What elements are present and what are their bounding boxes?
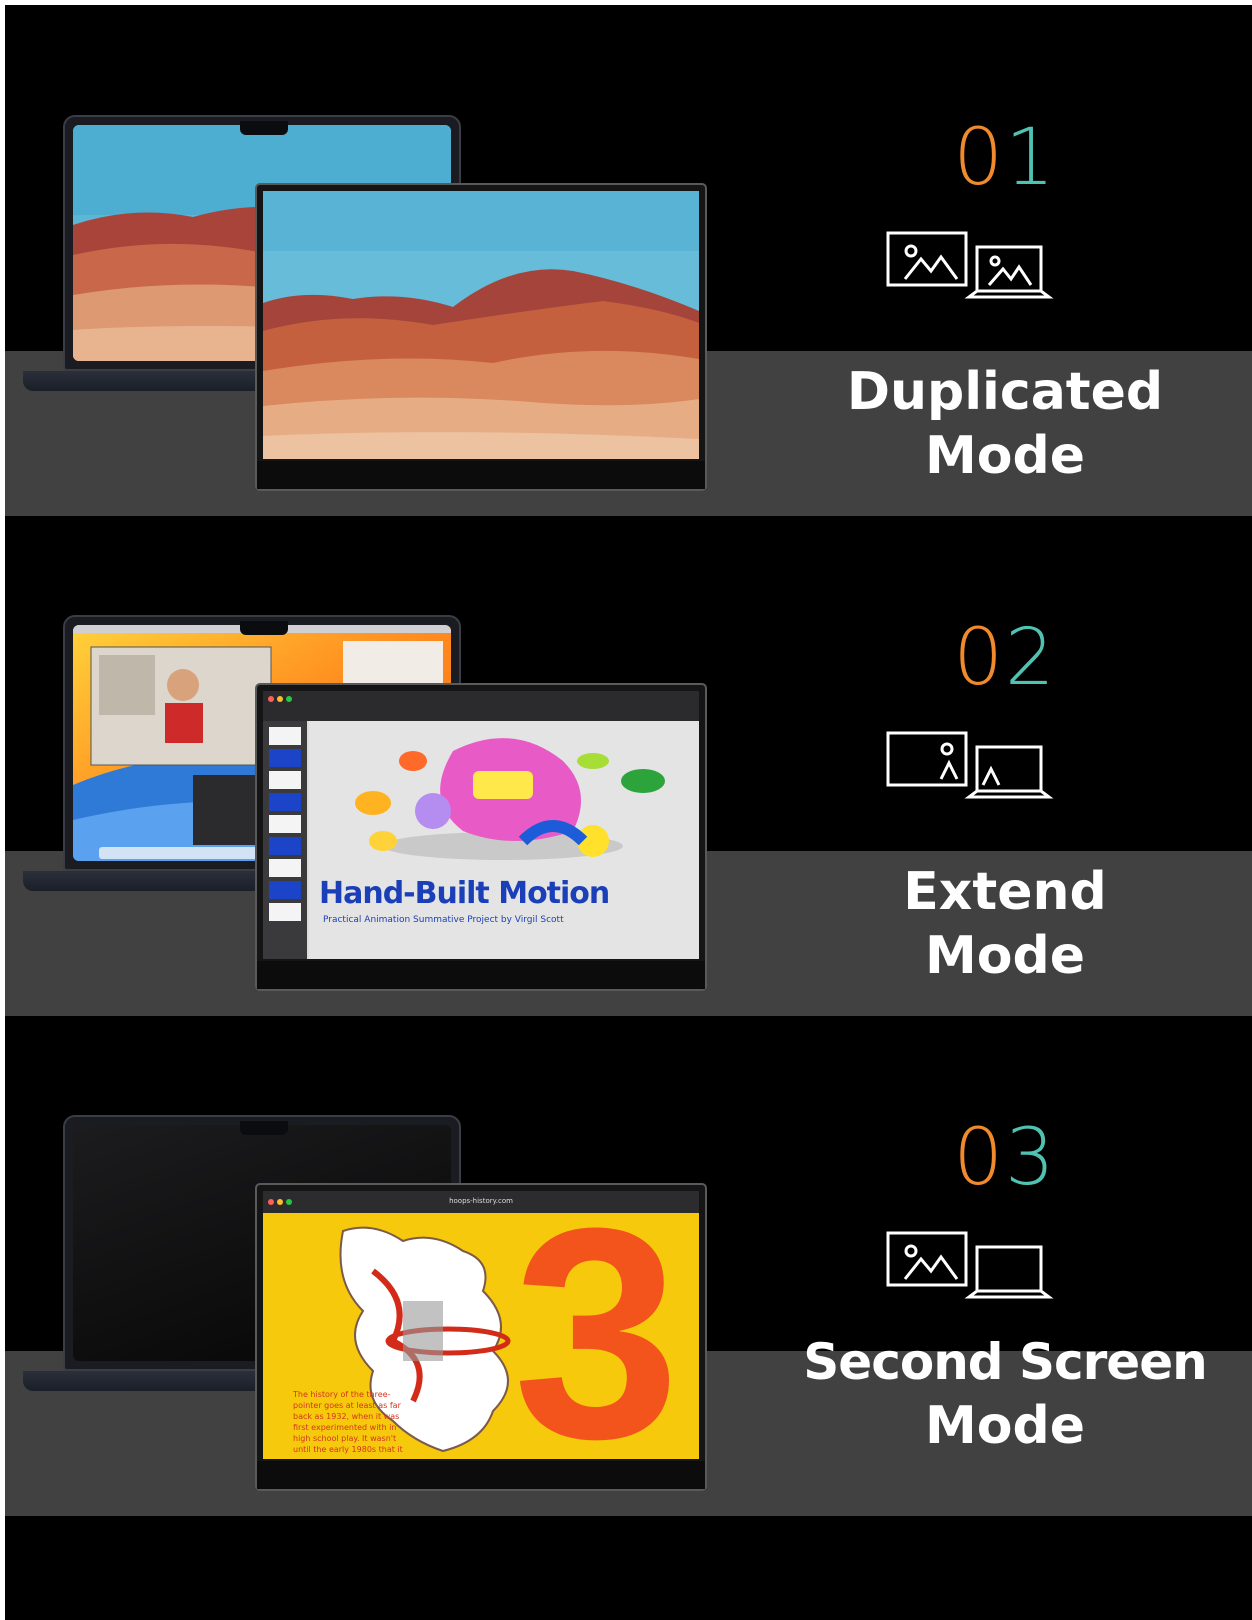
desert-wallpaper — [263, 191, 699, 459]
mode-info: 02 Extend Mode — [765, 505, 1245, 1005]
mode-title-line: Mode — [925, 1396, 1085, 1456]
monitor-image-icon — [886, 731, 968, 787]
mode-number-digit: 0 — [953, 1113, 1005, 1203]
mode-number-digit: 3 — [1005, 1113, 1057, 1203]
duplicated-mode-section: 01 Duplicated Mode — [5, 5, 1252, 516]
mode-number: 02 — [765, 613, 1245, 703]
monitor-image-icon — [886, 1231, 968, 1287]
portable-monitor: Hand-Built Motion Practical Animation Su… — [255, 683, 707, 991]
portable-monitor: hoops-history.com 3 The history of the t… — [255, 1183, 707, 1491]
mode-number-digit: 0 — [953, 113, 1005, 203]
mode-title-line: Mode — [925, 426, 1085, 486]
monitor-chin — [257, 1461, 705, 1489]
mode-title-line: Extend — [903, 862, 1107, 922]
monitor-screen: hoops-history.com 3 The history of the t… — [263, 1191, 699, 1459]
second-screen-mode-icon — [886, 1231, 1054, 1299]
mode-number-digit: 1 — [1005, 113, 1057, 203]
laptop-notch — [240, 1121, 288, 1135]
mode-title-line: Second Screen — [803, 1333, 1207, 1391]
monitor-screen: Hand-Built Motion Practical Animation Su… — [263, 691, 699, 959]
laptop-image-icon — [964, 245, 1054, 299]
extend-mode-section: Hand-Built Motion Practical Animation Su… — [5, 505, 1252, 1016]
second-screen-mode-section: hoops-history.com 3 The history of the t… — [5, 1005, 1252, 1516]
article-paragraph: The history of the three-pointer goes at… — [293, 1390, 403, 1454]
mode-title-line: Mode — [925, 926, 1085, 986]
mode-number-digit: 0 — [953, 613, 1005, 703]
extend-mode-icon — [886, 731, 1054, 799]
laptop-image-icon — [964, 745, 1054, 799]
mode-info: 01 Duplicated Mode — [765, 5, 1245, 505]
mode-number: 03 — [765, 1113, 1245, 1203]
mode-title: Duplicated Mode — [765, 360, 1245, 488]
monitor-screen — [263, 191, 699, 459]
mode-title: Second Screen Mode — [765, 1330, 1245, 1458]
monitor-image-icon — [886, 231, 968, 287]
mode-title: Extend Mode — [765, 860, 1245, 988]
monitor-chin — [257, 961, 705, 989]
duplicated-mode-icon — [886, 231, 1054, 299]
portable-monitor — [255, 183, 707, 491]
laptop-notch — [240, 121, 288, 135]
slide-heading: Hand-Built Motion — [319, 876, 610, 911]
mode-title-line: Duplicated — [846, 362, 1164, 422]
product-infographic: 01 Duplicated Mode Hand-Built Motion Pra… — [5, 5, 1252, 1620]
laptop-notch — [240, 621, 288, 635]
mode-info: 03 Second Screen Mode — [765, 1005, 1245, 1505]
big-number-three: 3 — [513, 1191, 680, 1459]
monitor-chin — [257, 461, 705, 489]
mode-number: 01 — [765, 113, 1245, 203]
mode-number-digit: 2 — [1005, 613, 1057, 703]
laptop-blank-icon — [964, 1245, 1054, 1299]
slide-subheading: Practical Animation Summative Project by… — [323, 915, 564, 925]
